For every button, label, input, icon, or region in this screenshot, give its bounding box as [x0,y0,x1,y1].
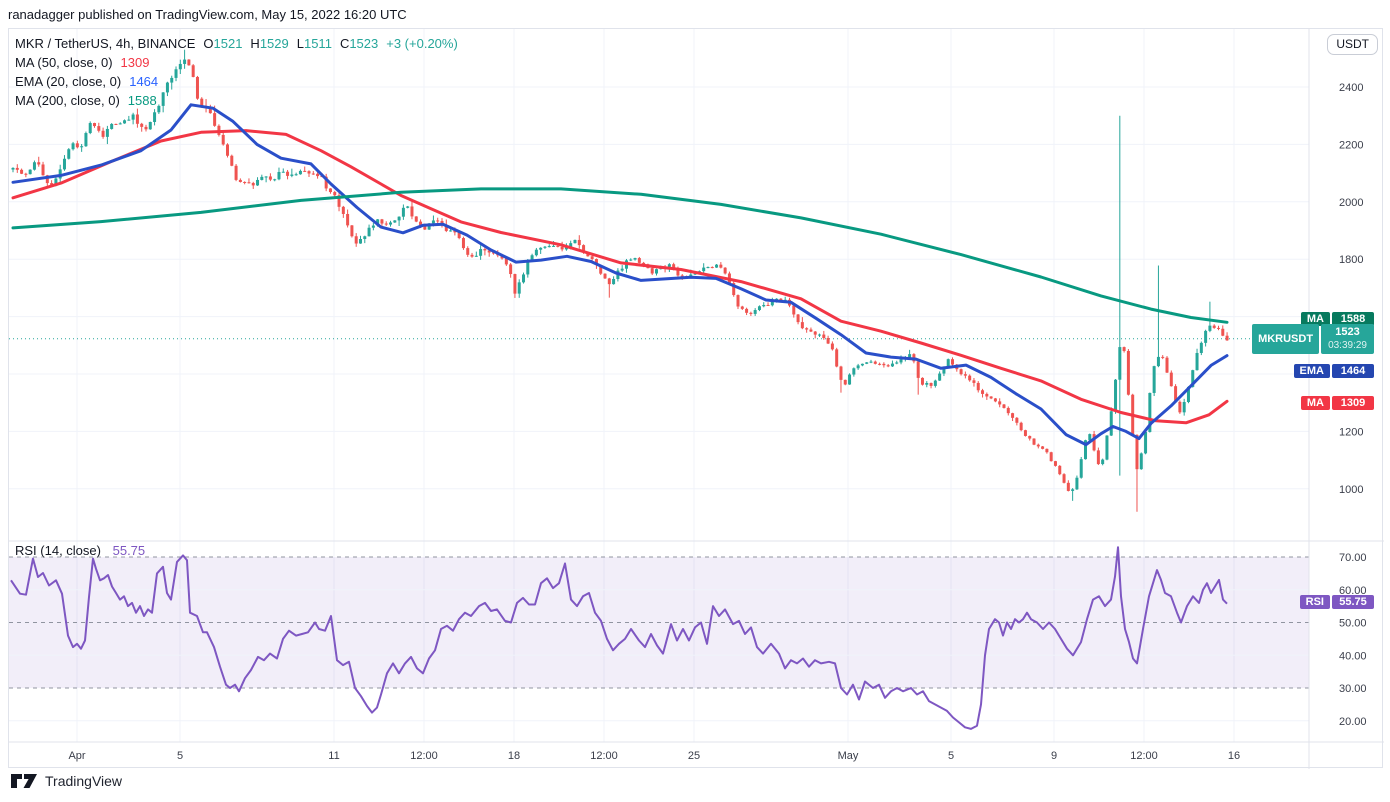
rsi-legend-row[interactable]: RSI (14, close) 55.75 [15,543,145,558]
svg-text:2000: 2000 [1339,197,1363,209]
change-value: +3 (+0.20%) [386,36,458,51]
svg-text:1000: 1000 [1339,484,1363,496]
chart-canvas[interactable]: 2400 2200 2000 1800 1600 1400 1200 1000 70.00 60.… [9,29,1384,769]
svg-text:5: 5 [177,750,183,762]
svg-text:11: 11 [328,750,339,762]
svg-text:40.00: 40.00 [1339,650,1367,662]
chart-legend: MKR / TetherUS, 4h, BINANCE O1521H1529L15… [15,34,466,110]
svg-text:70.00: 70.00 [1339,552,1367,564]
svg-text:1400: 1400 [1339,369,1363,381]
svg-text:25: 25 [688,750,700,762]
svg-text:Apr: Apr [68,750,85,762]
svg-text:1600: 1600 [1339,312,1363,324]
svg-text:20.00: 20.00 [1339,716,1367,728]
tradingview-logo [10,772,38,790]
chart-widget: 2400 2200 2000 1800 1600 1400 1200 1000 70.00 60.… [8,28,1383,768]
svg-text:50.00: 50.00 [1339,618,1367,630]
svg-text:2200: 2200 [1339,139,1363,151]
ma50-legend-row[interactable]: MA (50, close, 0)1309 [15,53,466,72]
currency-axis-button[interactable]: USDT [1327,34,1378,55]
svg-text:9: 9 [1051,750,1057,762]
svg-text:18: 18 [508,750,520,762]
attribution-text: ranadagger published on TradingView.com,… [8,7,407,22]
svg-text:60.00: 60.00 [1339,585,1367,597]
svg-text:1800: 1800 [1339,254,1363,266]
ema20-legend-row[interactable]: EMA (20, close, 0)1464 [15,72,466,91]
ohlc-values: O1521H1529L1511C1523+3 (+0.20%) [203,36,465,51]
svg-text:12:00: 12:00 [1130,750,1158,762]
svg-text:30.00: 30.00 [1339,683,1367,695]
svg-text:May: May [838,750,859,762]
symbol-legend-row[interactable]: MKR / TetherUS, 4h, BINANCE O1521H1529L15… [15,34,466,53]
svg-text:5: 5 [948,750,954,762]
tradingview-published-chart: ranadagger published on TradingView.com,… [0,0,1390,802]
svg-text:12:00: 12:00 [410,750,438,762]
ma200-legend-row[interactable]: MA (200, close, 0)1588 [15,91,466,110]
symbol-title: MKR / TetherUS, 4h, BINANCE [15,36,195,51]
svg-text:1200: 1200 [1339,426,1363,438]
svg-text:12:00: 12:00 [590,750,618,762]
tradingview-branding[interactable]: TradingView [10,772,122,790]
brand-name: TradingView [45,773,122,789]
svg-text:16: 16 [1228,750,1240,762]
svg-text:2400: 2400 [1339,82,1363,94]
